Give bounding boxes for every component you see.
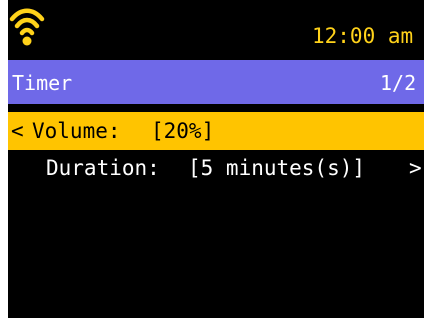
volume-value[interactable]: [20%] <box>151 119 214 143</box>
wifi-icon <box>9 8 45 46</box>
right-arrow-icon[interactable]: > <box>409 156 422 180</box>
page-title: Timer <box>12 71 73 95</box>
display-panel: 12:00 am Timer 1/2 < Volume: [20%] Durat… <box>8 0 424 318</box>
status-bar: 12:00 am <box>8 0 424 54</box>
duration-label: Duration: <box>46 156 160 180</box>
left-arrow-icon[interactable]: < <box>11 119 24 143</box>
page-indicator: 1/2 <box>380 71 417 95</box>
timer-header: Timer 1/2 <box>8 60 424 104</box>
volume-label: Volume: <box>32 119 121 143</box>
volume-menu-item[interactable]: < Volume: [20%] <box>8 112 424 150</box>
duration-menu-item[interactable]: Duration: [5 minutes(s)] > <box>8 149 424 187</box>
device-screen: 12:00 am Timer 1/2 < Volume: [20%] Durat… <box>0 0 424 318</box>
duration-value[interactable]: [5 minutes(s)] <box>188 156 365 180</box>
clock-time: 12:00 am <box>312 24 414 48</box>
